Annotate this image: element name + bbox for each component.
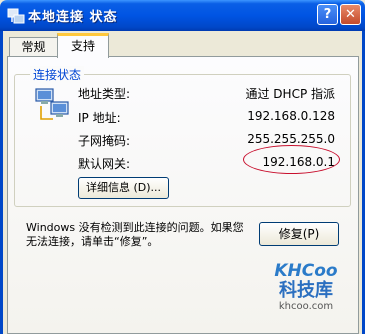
window-frame-left bbox=[0, 31, 3, 334]
group-legend: 连接状态 bbox=[30, 66, 85, 83]
default-gateway-label: 默认网关: bbox=[78, 157, 131, 171]
window-title: 本地连接 状态 bbox=[28, 10, 118, 25]
title-bar: 本地连接 状态 ? ✕ bbox=[0, 0, 365, 31]
address-type-value: 通过 DHCP 指派 bbox=[245, 87, 335, 101]
watermark-url: khcoo.com bbox=[278, 301, 334, 312]
close-button[interactable]: ✕ bbox=[340, 4, 361, 25]
ip-address-value: 192.168.0.128 bbox=[247, 109, 335, 123]
watermark-logo: KHCoo bbox=[274, 261, 338, 281]
address-type-label: 地址类型: bbox=[78, 87, 131, 101]
repair-button[interactable]: 修复(P) bbox=[259, 222, 339, 246]
status-message: Windows 没有检测到此连接的问题。如果您无法连接，请单击“修复”。 bbox=[26, 221, 244, 248]
network-connection-icon bbox=[7, 8, 25, 24]
subnet-mask-value: 255.255.255.0 bbox=[247, 132, 335, 146]
ip-address-label: IP 地址: bbox=[78, 111, 121, 125]
highlight-ellipse bbox=[243, 145, 340, 174]
watermark-name: 科技库 bbox=[279, 280, 333, 301]
watermark: KHCoo 科技库 khcoo.com bbox=[266, 261, 346, 331]
subnet-mask-label: 子网掩码: bbox=[78, 134, 131, 148]
details-button[interactable]: 详细信息 (D)... bbox=[78, 177, 169, 199]
network-computers-icon bbox=[35, 88, 69, 120]
help-button[interactable]: ? bbox=[317, 4, 338, 25]
tab-support[interactable]: 支持 bbox=[57, 33, 109, 58]
tab-general[interactable]: 常规 bbox=[9, 37, 58, 57]
